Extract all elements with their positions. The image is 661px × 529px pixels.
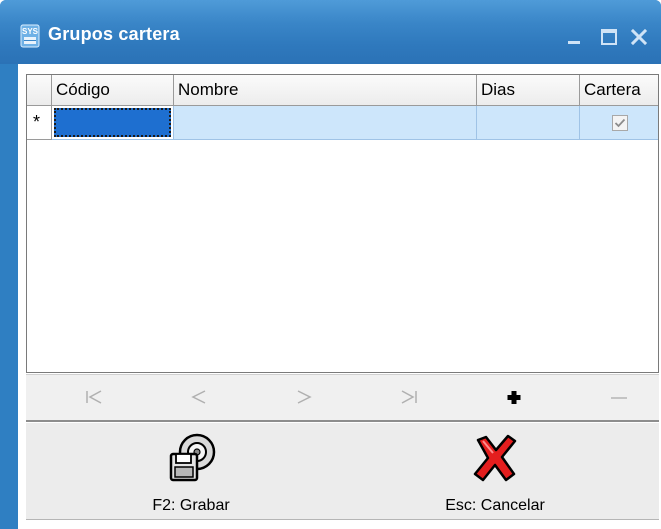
- cell-nombre[interactable]: [174, 106, 477, 140]
- maximize-icon[interactable]: [600, 28, 618, 46]
- prior-record-button[interactable]: [174, 375, 224, 421]
- record-navigator: [26, 374, 659, 420]
- insert-record-button[interactable]: [489, 375, 539, 421]
- focused-cell-editor[interactable]: [54, 108, 171, 137]
- prior-icon: [191, 390, 206, 404]
- column-header-cartera[interactable]: Cartera: [580, 75, 658, 106]
- svg-text:SYS: SYS: [22, 27, 39, 36]
- sys-logo-icon: SYS: [20, 24, 40, 48]
- save-icon: [169, 433, 216, 482]
- column-header-codigo[interactable]: Código: [52, 75, 174, 106]
- panel-divider: [26, 422, 659, 423]
- close-icon[interactable]: [630, 28, 648, 46]
- save-button[interactable]: F2: Grabar: [81, 424, 301, 520]
- title-bar[interactable]: SYS Grupos cartera: [0, 0, 661, 64]
- new-row-marker: *: [33, 112, 41, 132]
- next-record-button[interactable]: [279, 375, 329, 421]
- cancel-icon: [473, 434, 517, 482]
- save-label: F2: Grabar: [152, 497, 230, 514]
- last-record-button[interactable]: [384, 375, 434, 421]
- client-area: Código Nombre Dias Cartera * F2: Grabar …: [18, 64, 661, 529]
- column-header-dias[interactable]: Dias: [477, 75, 580, 106]
- cell-codigo[interactable]: [52, 106, 174, 140]
- first-icon: [86, 390, 102, 404]
- row-indicator-header: [27, 75, 52, 106]
- window-title: Grupos cartera: [48, 24, 180, 44]
- cancel-button[interactable]: Esc: Cancelar: [385, 424, 605, 520]
- row-indicator: *: [27, 106, 52, 140]
- data-grid[interactable]: Código Nombre Dias Cartera *: [26, 74, 659, 373]
- cancel-label: Esc: Cancelar: [445, 497, 545, 514]
- delete-record-button[interactable]: [594, 375, 644, 421]
- column-header-nombre[interactable]: Nombre: [174, 75, 477, 106]
- checkbox-checked-icon[interactable]: [612, 115, 628, 131]
- action-panel: F2: Grabar Esc: Cancelar: [26, 420, 659, 520]
- cell-cartera[interactable]: [580, 106, 658, 140]
- insert-icon: [507, 391, 521, 404]
- delete-icon: [611, 397, 627, 399]
- first-record-button[interactable]: [69, 375, 119, 421]
- last-icon: [401, 390, 417, 404]
- grupos-cartera-window: SYS Grupos cartera Código Nombre Dias Ca…: [0, 0, 661, 529]
- next-icon: [297, 390, 312, 404]
- minimize-icon[interactable]: [566, 28, 584, 46]
- cell-dias[interactable]: [477, 106, 580, 140]
